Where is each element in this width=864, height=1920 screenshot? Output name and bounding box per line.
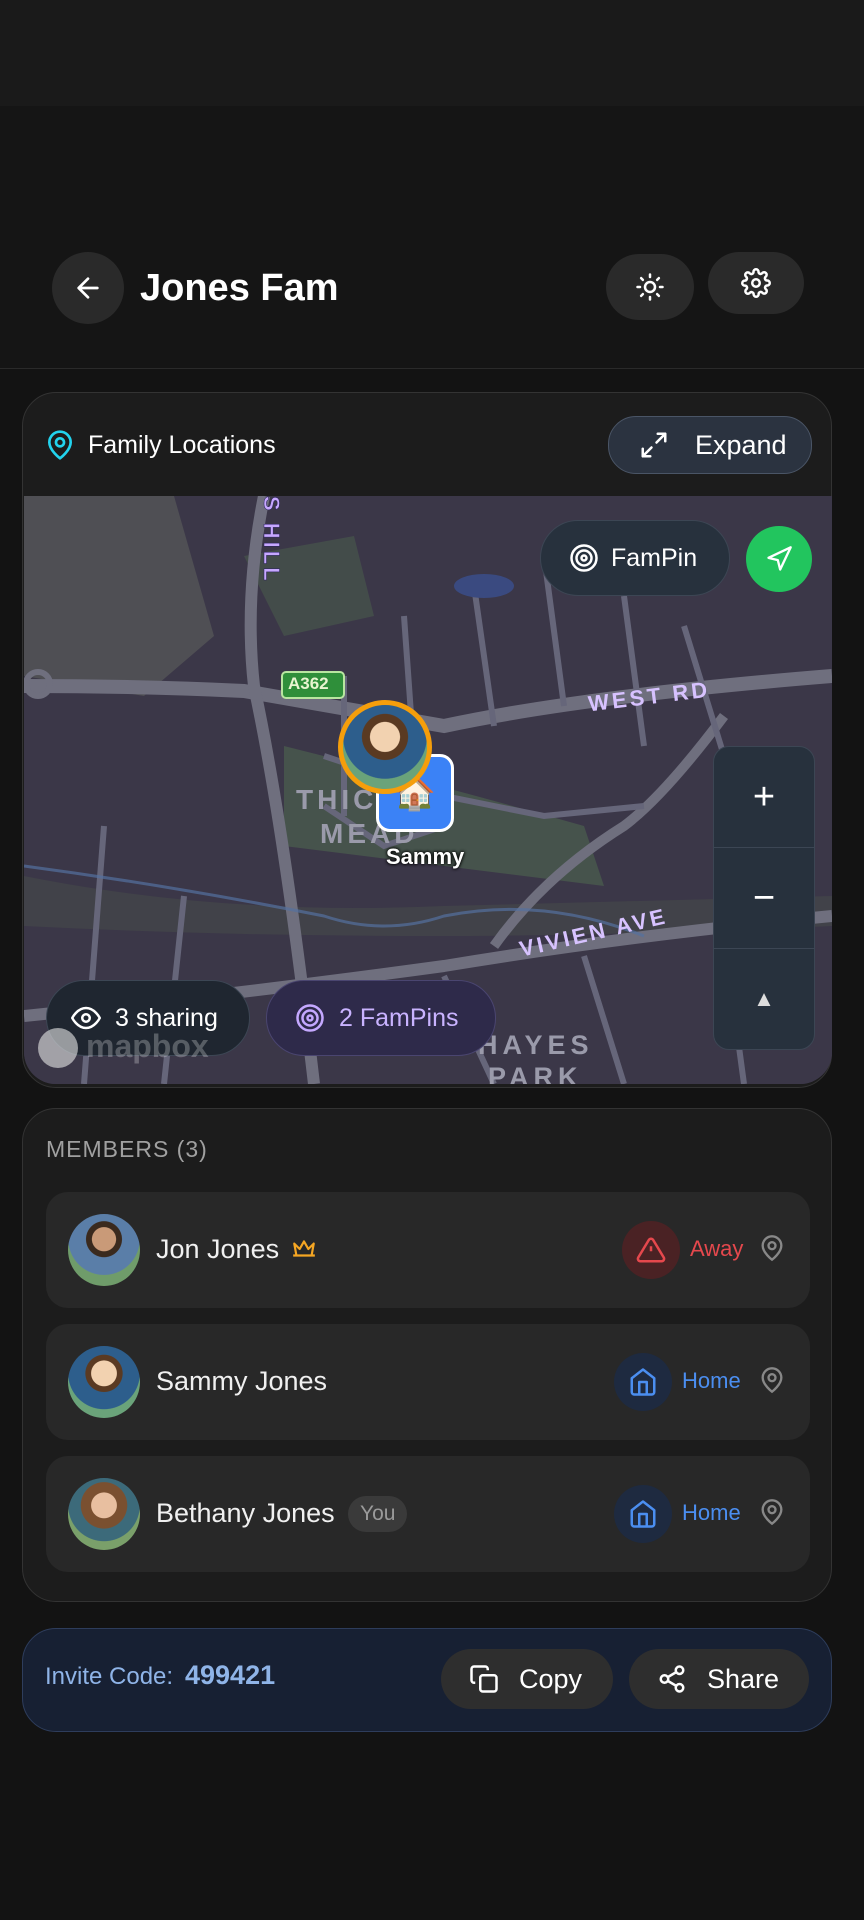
member-name: Bethany Jones [156,1498,335,1528]
avatar [68,1214,140,1286]
you-badge: You [348,1496,408,1532]
theme-toggle-button[interactable] [606,254,694,320]
away-status-icon [622,1221,680,1279]
invite-label: Invite Code: [45,1663,174,1690]
house-icon [630,1500,656,1528]
expand-label: Expand [695,429,787,460]
member-status: Home [682,1500,741,1525]
mapbox-attribution: mapbox [86,1028,209,1064]
header-bar [0,106,864,369]
mapbox-logo-icon [38,1028,78,1068]
navigation-icon [767,546,792,571]
target-icon [570,544,598,572]
share-label: Share [707,1663,780,1694]
sun-icon [636,273,664,301]
gear-icon [741,268,771,298]
member-row-sammy[interactable]: Sammy Jones Home [46,1324,810,1440]
marker-label: Sammy [386,844,465,869]
copy-label: Copy [519,1663,583,1694]
card-title: Family Locations [88,431,276,459]
copy-button[interactable]: Copy [441,1649,613,1709]
home-status-icon [614,1485,672,1543]
back-button[interactable] [52,252,124,324]
map-view[interactable]: A362 S HILL WEST RD VIVIEN AVE THIC MEAD… [24,496,832,1084]
member-name: Sammy Jones [156,1366,328,1396]
invite-code: 499421 [185,1660,276,1690]
settings-button[interactable] [708,252,804,314]
home-status-icon [614,1353,672,1411]
map-pin-icon[interactable] [758,1496,786,1528]
area-label-park: PARK [488,1062,583,1084]
avatar [68,1478,140,1550]
member-status: Away [690,1236,744,1261]
compass-button[interactable]: ▲ [714,949,814,1049]
target-icon [296,1004,324,1032]
map-pin-icon [48,430,72,460]
share-icon [659,1665,685,1693]
fampin-button[interactable]: FamPin [540,520,730,596]
area-label-hayes: HAYES [478,1030,594,1060]
compass-icon: ▲ [753,986,775,1011]
crown-icon [293,1240,315,1257]
members-heading: MEMBERS (3) [46,1136,208,1162]
zoom-controls: + − ▲ [713,746,815,1050]
page-title: Jones Fam [140,267,339,309]
minus-icon: − [752,876,776,919]
zoom-in-button[interactable]: + [714,747,814,848]
zoom-out-button[interactable]: − [714,848,814,949]
road-label-a362: A362 [288,674,329,693]
map-pin-icon[interactable] [758,1232,786,1264]
share-button[interactable]: Share [629,1649,809,1709]
avatar [68,1346,140,1418]
locate-me-button[interactable] [746,526,812,592]
house-icon [630,1368,656,1396]
arrow-left-icon [77,277,99,299]
warning-icon [636,1237,666,1263]
member-status: Home [682,1368,741,1393]
member-row-jon[interactable]: Jon Jones Away [46,1192,810,1308]
maximize-icon [641,432,667,458]
plus-icon: + [752,775,776,818]
status-bar [0,0,864,106]
invite-code-bar: Invite Code: 499421 Copy Share [22,1628,832,1732]
member-location-marker[interactable] [338,700,432,794]
member-row-bethany[interactable]: Bethany Jones You Home [46,1456,810,1572]
road-label-s-hill: S HILL [259,496,285,584]
copy-icon [470,1665,498,1693]
fampins-count-pill[interactable]: 2 FamPins [266,980,496,1056]
expand-button[interactable]: Expand [608,416,812,474]
map-pin-icon[interactable] [758,1364,786,1396]
fampin-label: FamPin [611,543,698,572]
member-name: Jon Jones [156,1234,280,1264]
fampins-label: 2 FamPins [339,1003,459,1032]
